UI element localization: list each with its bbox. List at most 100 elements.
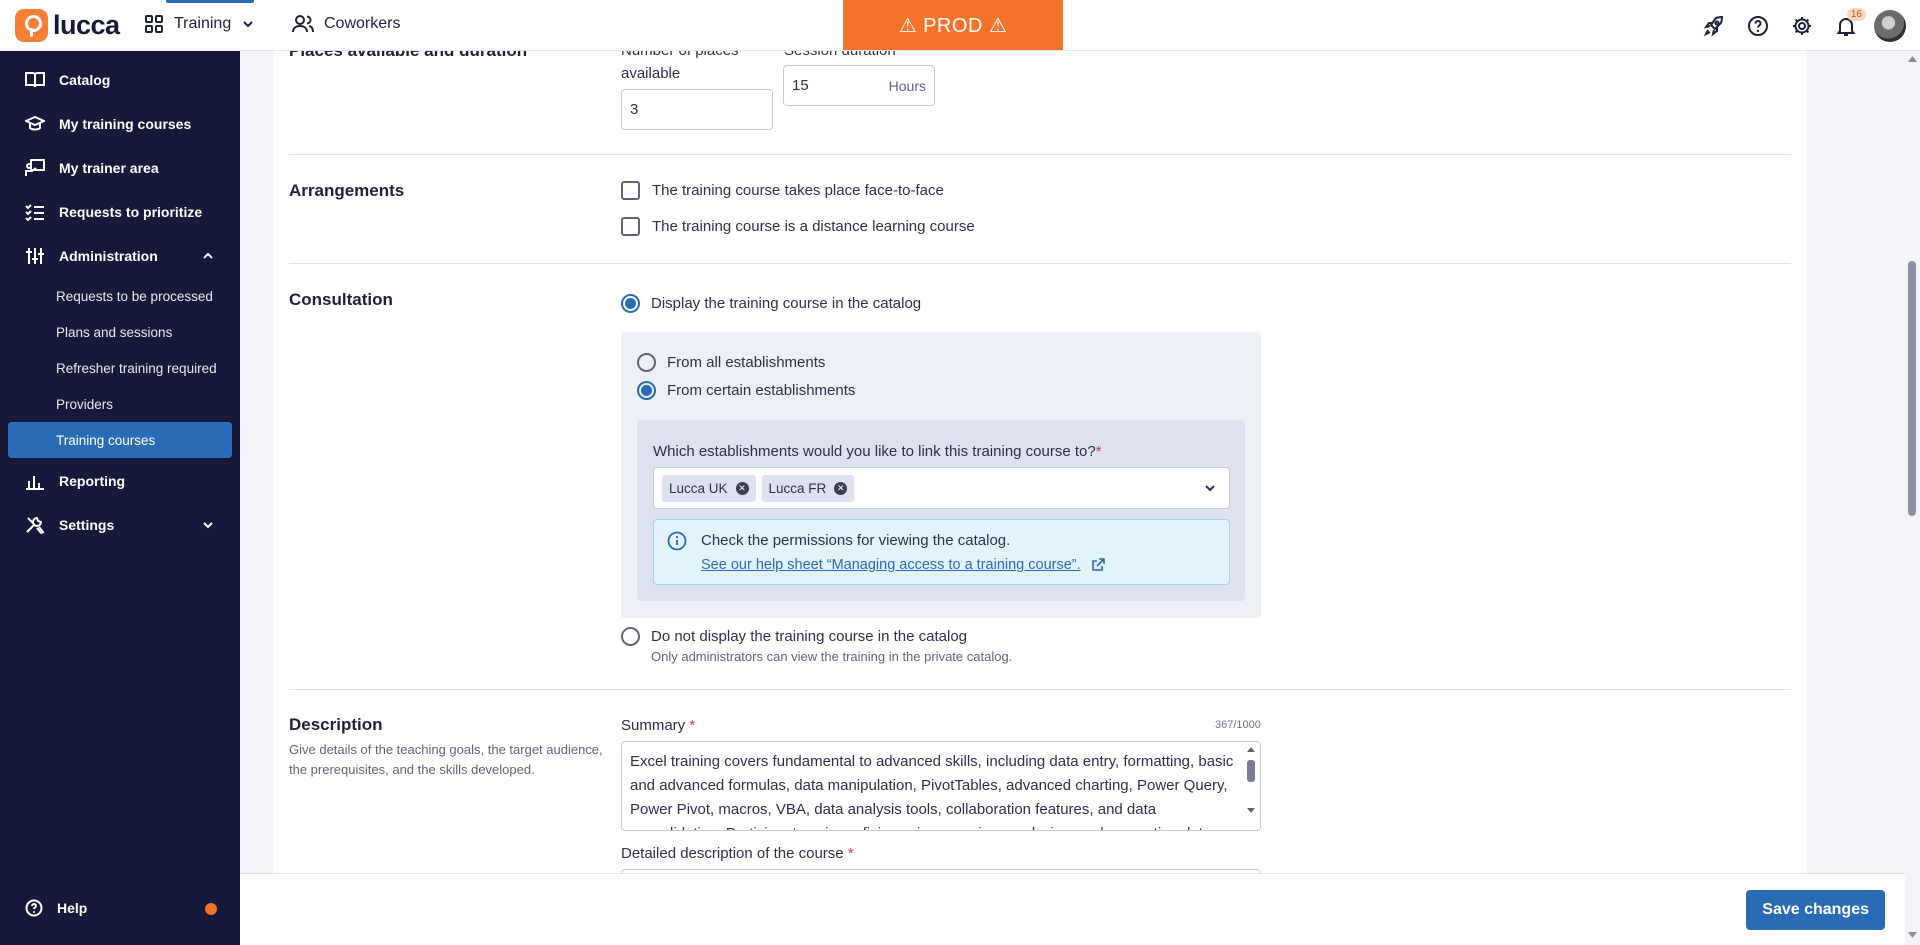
summary-character-counter: 367/1000 [1215,719,1261,731]
sidebar-item-catalog[interactable]: Catalog [8,61,232,99]
sidebar-subitem-refresher-training[interactable]: Refresher training required [8,350,232,386]
places-label-line1: Number of places [621,51,739,59]
places-label-line2: available [621,65,681,82]
sidebar-item-my-training-courses[interactable]: My training courses [8,105,232,143]
users-icon [292,15,314,33]
page-scroll-thumb[interactable] [1908,261,1916,516]
sidebar-help-link[interactable]: Help [8,889,232,927]
sidebar-subitem-providers[interactable]: Providers [8,386,232,422]
chevron-up-icon [203,252,213,259]
consultation-section-title: Consultation [289,290,393,309]
do-not-display-hint: Only administrators can view the trainin… [651,649,1013,664]
places-value: 3 [630,101,639,118]
app-name: Training [174,15,232,32]
help-circle-icon [25,899,43,917]
help-sheet-link-text: See our help sheet “Managing access to a… [701,557,1081,573]
scroll-up-icon[interactable] [1247,746,1255,754]
establishments-multiselect[interactable]: Lucca UK ✕ Lucca FR ✕ [653,467,1230,509]
page-scrollbar[interactable] [1905,51,1920,945]
sidebar-item-administration[interactable]: Administration [8,237,232,275]
summary-textarea[interactable]: Excel training covers fundamental to adv… [621,741,1261,831]
chip-label: Lucca UK [669,480,728,496]
sidebar-item-requests-to-prioritize[interactable]: Requests to prioritize [8,193,232,231]
info-icon [667,531,687,551]
logo-text: lucca [53,10,120,40]
chip-label: Lucca FR [768,480,827,496]
face-to-face-checkbox-row[interactable]: The training course takes place face-to-… [621,181,944,200]
sidebar-item-label: Reporting [59,473,126,489]
duration-unit: Hours [888,77,926,94]
display-in-catalog-radio[interactable] [621,294,640,313]
rocket-icon[interactable] [1698,10,1730,42]
help-circle-icon[interactable] [1742,10,1774,42]
do-not-display-radio[interactable] [621,627,640,646]
form-action-bar: Save changes [240,873,1905,945]
duration-input[interactable]: 15 Hours [783,65,935,106]
notifications-bell-icon[interactable]: 16 [1830,8,1866,42]
detailed-description-label: Detailed description of the course * [621,845,854,862]
sidebar-item-reporting[interactable]: Reporting [8,462,232,500]
list-check-icon [25,204,44,221]
from-all-establishments-radio-row[interactable]: From all establishments [637,353,825,372]
description-help-text: Give details of the teaching goals, the … [289,742,603,777]
distance-checkbox[interactable] [621,217,640,236]
notification-badge: 16 [1846,8,1866,21]
help-sheet-link[interactable]: See our help sheet “Managing access to a… [701,557,1105,573]
lucca-logo[interactable]: lucca [15,9,120,42]
remove-chip-icon[interactable]: ✕ [834,481,848,495]
display-in-catalog-radio-row[interactable]: Display the training course in the catal… [621,294,921,313]
display-in-catalog-label: Display the training course in the catal… [651,295,922,312]
environment-banner: ⚠ PROD ⚠ [843,0,1063,50]
coworkers-link[interactable]: Coworkers [292,14,400,34]
save-changes-button[interactable]: Save changes [1746,890,1885,930]
user-avatar[interactable] [1874,10,1906,42]
trainer-board-icon [25,159,45,176]
from-certain-establishments-label: From certain establishments [667,382,856,399]
sliders-icon [26,248,44,264]
sidebar-subitem-training-courses[interactable]: Training courses [8,422,232,458]
places-input[interactable]: 3 [621,89,773,130]
chevron-down-icon [243,21,253,28]
distance-checkbox-row[interactable]: The training course is a distance learni… [621,217,975,236]
establishments-question-text: Which establishments would you like to l… [653,443,1096,460]
scroll-up-icon[interactable] [1908,55,1917,63]
duration-label: Session duration [784,51,896,59]
sidebar: Catalog My training courses My trainer a… [0,51,240,945]
permissions-callout: Check the permissions for viewing the ca… [653,519,1230,585]
help-notification-dot [205,903,217,915]
gear-icon[interactable] [1786,10,1818,42]
face-to-face-checkbox[interactable] [621,181,640,200]
from-all-establishments-radio[interactable] [637,353,656,372]
textarea-scrollbar[interactable] [1244,744,1258,828]
establishment-chip: Lucca FR ✕ [761,474,855,502]
sidebar-item-label: Requests to prioritize [59,204,203,220]
sidebar-item-label: Catalog [59,72,111,88]
sidebar-item-label: Administration [59,248,158,264]
app-switcher[interactable]: Training [144,0,255,34]
section-divider [289,263,1791,264]
active-app-indicator [166,0,254,3]
from-certain-establishments-radio-row[interactable]: From certain establishments [637,381,855,400]
section-divider [289,689,1791,690]
remove-chip-icon[interactable]: ✕ [735,481,749,495]
sidebar-subitem-requests-to-be-processed[interactable]: Requests to be processed [8,278,232,314]
sidebar-item-label: My training courses [59,116,192,132]
graduation-cap-icon [25,115,45,131]
face-to-face-label: The training course takes place face-to-… [652,182,944,199]
bar-chart-icon [26,476,44,490]
summary-text: Excel training covers fundamental to adv… [630,753,1234,830]
scroll-down-icon[interactable] [1908,931,1917,939]
callout-title: Check the permissions for viewing the ca… [701,532,1011,549]
from-certain-establishments-radio[interactable] [637,381,656,400]
section-divider [289,154,1791,155]
do-not-display-radio-row[interactable]: Do not display the training course in th… [621,627,967,646]
training-course-form: Places available and duration Number of … [273,51,1807,877]
chevron-down-icon[interactable] [1203,481,1217,495]
sidebar-subitem-plans-and-sessions[interactable]: Plans and sessions [8,314,232,350]
sidebar-item-my-trainer-area[interactable]: My trainer area [8,149,232,187]
establishment-chip: Lucca UK ✕ [662,474,756,502]
coworkers-label: Coworkers [324,15,401,32]
scroll-down-icon[interactable] [1247,806,1255,814]
textarea-scroll-thumb[interactable] [1247,760,1255,782]
sidebar-item-settings[interactable]: Settings [8,506,232,544]
